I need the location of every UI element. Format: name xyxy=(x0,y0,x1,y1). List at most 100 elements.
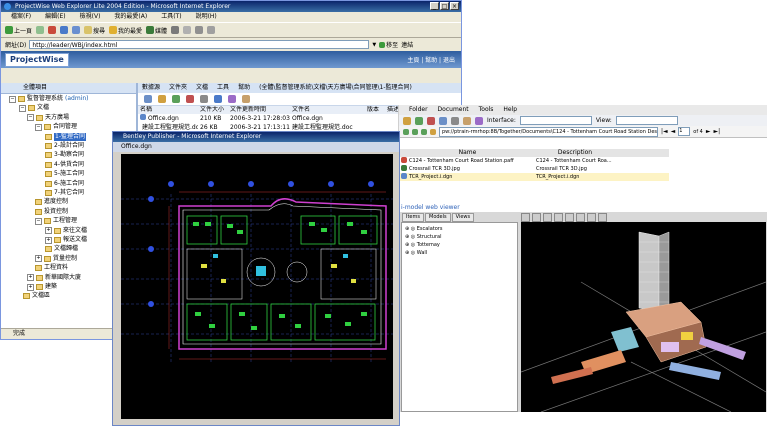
fit-icon[interactable] xyxy=(554,213,563,222)
media-button[interactable]: 媒體 xyxy=(146,26,167,35)
render-icon[interactable] xyxy=(587,213,596,222)
col-filename[interactable]: 文件名 xyxy=(290,106,365,114)
pw-menu-folder[interactable]: 文件夾 xyxy=(169,83,187,93)
measure-icon[interactable] xyxy=(598,213,607,222)
tree-node[interactable]: 投資控制 xyxy=(35,208,68,216)
expand-toggle-icon[interactable]: − xyxy=(9,95,16,103)
expand-toggle-icon[interactable]: + xyxy=(27,283,34,291)
last-page-icon[interactable]: ►| xyxy=(713,128,720,135)
cad-drawing-view[interactable] xyxy=(121,154,393,419)
tab-items[interactable]: Items xyxy=(402,213,424,222)
prev-page-icon[interactable]: ◄ xyxy=(671,128,676,135)
tree-node[interactable]: 工程資料 xyxy=(35,264,68,272)
home-button[interactable] xyxy=(72,26,81,34)
tree-node[interactable]: 3-勘察合同 xyxy=(45,151,84,159)
col-name[interactable]: 名稱 xyxy=(138,106,198,114)
tree-item[interactable]: ⊕ ◎ Tottemay xyxy=(405,241,517,249)
menu-help[interactable]: Help xyxy=(503,105,517,115)
tree-item[interactable]: ⊕ ◎ Structural xyxy=(405,233,517,241)
delete-icon[interactable] xyxy=(427,116,435,125)
tree-item[interactable]: ⊕ ◎ Escalators xyxy=(405,225,517,233)
delete-icon[interactable] xyxy=(186,95,194,103)
favorites-button[interactable]: 我的最愛 xyxy=(109,26,142,35)
interface-select[interactable] xyxy=(519,116,592,125)
menu-folder[interactable]: Folder xyxy=(409,105,428,115)
history-button[interactable] xyxy=(171,26,180,34)
expand-toggle-icon[interactable]: − xyxy=(27,114,34,122)
zoom-icon[interactable] xyxy=(521,213,530,222)
col-time[interactable]: 文件更新時間 xyxy=(228,106,290,114)
forward-button[interactable] xyxy=(36,26,45,34)
add-icon[interactable] xyxy=(415,116,423,125)
address-input[interactable]: http://leader/WBj/index.html xyxy=(29,40,370,49)
table-row[interactable]: C124 - Tottenham Court Road Station.paff… xyxy=(399,157,669,165)
menu-file[interactable]: 檔案(F) xyxy=(11,12,31,22)
view-icon[interactable] xyxy=(228,95,236,103)
menu-favorites[interactable]: 我的最愛(A) xyxy=(114,12,147,22)
tree-node[interactable]: 4-供貨合同 xyxy=(45,161,84,169)
tree-node[interactable]: 6-施工合同 xyxy=(45,180,84,188)
walk-icon[interactable] xyxy=(565,213,574,222)
tree-node[interactable]: + 報送文檔 xyxy=(45,236,87,244)
open-folder-icon[interactable] xyxy=(403,116,411,125)
refresh-icon[interactable] xyxy=(403,128,409,135)
menu-document[interactable]: Document xyxy=(438,105,469,115)
back-button[interactable]: 上一頁 xyxy=(5,26,32,35)
minimize-button[interactable]: _ xyxy=(430,2,439,10)
check-out-icon[interactable] xyxy=(172,95,180,103)
close-button[interactable]: × xyxy=(450,2,459,10)
go-button[interactable]: 移至 xyxy=(379,40,398,49)
tree-node[interactable]: + 建築 xyxy=(27,283,57,291)
copy-icon[interactable] xyxy=(439,116,447,125)
table-row[interactable]: Crossrail TCR 3D.jpg Crossrail TCR 3D.jp… xyxy=(399,165,669,173)
3d-model-view[interactable] xyxy=(521,222,766,412)
page-input[interactable]: 1 xyxy=(678,127,691,136)
export-icon[interactable] xyxy=(242,95,250,103)
expand-toggle-icon[interactable]: − xyxy=(35,217,42,225)
tree-node[interactable]: 進度控制 xyxy=(35,198,68,206)
next-page-icon[interactable]: ► xyxy=(706,128,711,135)
address-dropdown-icon[interactable]: ▼ xyxy=(372,42,376,48)
pw-menu-datasource[interactable]: 數據源 xyxy=(142,83,160,93)
tree-node[interactable]: − 天方廣場 xyxy=(27,114,69,122)
tree-node[interactable]: 7-其它合同 xyxy=(45,189,84,197)
tree-node[interactable]: − 工程管理 xyxy=(35,217,77,225)
edit-button[interactable] xyxy=(207,26,216,34)
tab-models[interactable]: Models xyxy=(425,213,451,222)
path-input[interactable]: pw://ptrain-rmrhop:8B/Together/Documents… xyxy=(439,126,658,137)
pan-icon[interactable] xyxy=(532,213,541,222)
tree-node[interactable]: + 新華國際大廈 xyxy=(27,274,81,282)
tree-node[interactable]: + 來往文檔 xyxy=(45,227,87,235)
rotate-icon[interactable] xyxy=(543,213,552,222)
forward-icon[interactable] xyxy=(421,128,427,135)
tree-node[interactable]: 1-監理合同 xyxy=(45,132,86,141)
search-button[interactable]: 搜尋 xyxy=(84,26,105,35)
menu-tools[interactable]: 工具(T) xyxy=(161,12,181,22)
col-name[interactable]: Name xyxy=(399,149,534,157)
refresh-list-icon[interactable] xyxy=(214,95,222,103)
back-icon[interactable] xyxy=(412,128,418,135)
expand-toggle-icon[interactable]: + xyxy=(35,255,42,263)
menu-edit[interactable]: 編輯(E) xyxy=(45,12,65,22)
col-description[interactable]: Description xyxy=(534,149,614,157)
expand-toggle-icon[interactable]: + xyxy=(45,236,52,244)
edit-icon[interactable] xyxy=(463,116,471,125)
tree-node[interactable]: 文檔區 xyxy=(23,292,50,300)
tree-node[interactable]: − 文檔 xyxy=(19,104,49,112)
menu-view[interactable]: 檢視(V) xyxy=(80,12,101,22)
tree-node[interactable]: + 質量控制 xyxy=(35,255,77,263)
col-version[interactable]: 版本 xyxy=(365,106,385,114)
new-document-icon[interactable] xyxy=(144,95,152,103)
section-icon[interactable] xyxy=(576,213,585,222)
properties-icon[interactable] xyxy=(200,95,208,103)
expand-toggle-icon[interactable]: − xyxy=(35,123,42,131)
expand-toggle-icon[interactable]: + xyxy=(45,227,52,235)
tab-views[interactable]: Views xyxy=(451,213,475,222)
links-label[interactable]: 連結 xyxy=(401,40,413,49)
tree-node[interactable]: − 監督管理系統 (admin) xyxy=(9,95,89,103)
expand-toggle-icon[interactable]: − xyxy=(19,104,26,112)
pw-menu-help[interactable]: 幫助 xyxy=(238,83,250,93)
maximize-button[interactable]: □ xyxy=(440,2,449,10)
print-button[interactable] xyxy=(195,26,204,34)
col-size[interactable]: 文件大小 xyxy=(198,106,228,114)
